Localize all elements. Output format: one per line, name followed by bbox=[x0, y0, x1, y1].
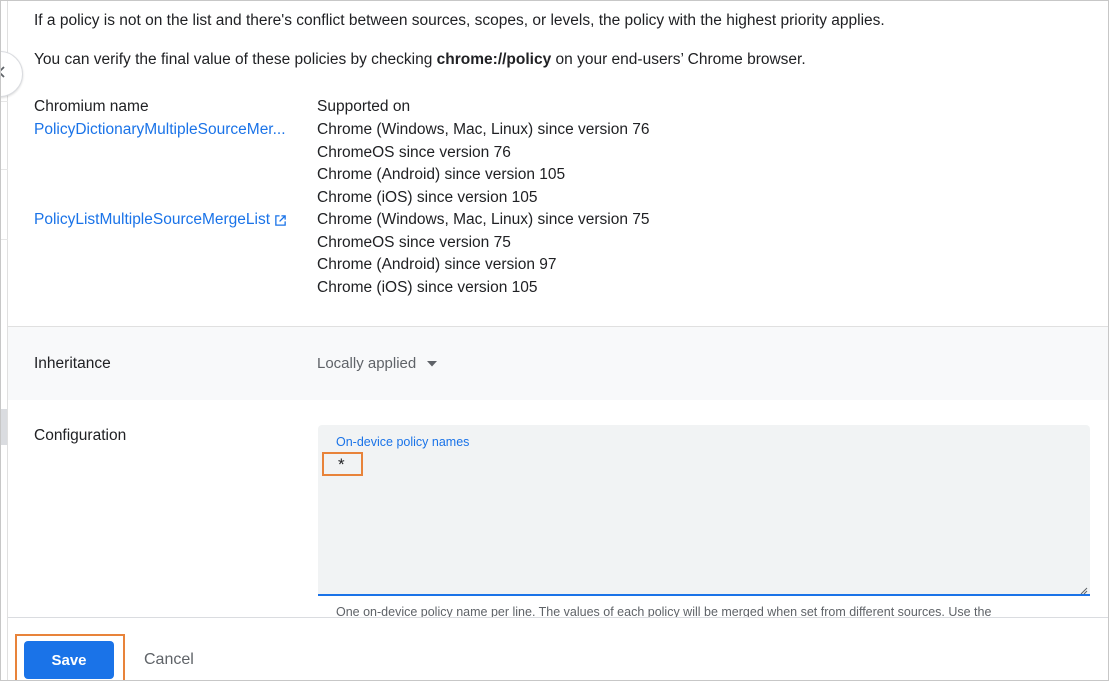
textarea-value-highlight: * bbox=[322, 452, 363, 476]
intro-line-2-prefix: You can verify the final value of these … bbox=[34, 51, 437, 68]
policy-link-list-merge[interactable]: PolicyListMultipleSourceMergeList bbox=[34, 211, 287, 229]
inheritance-row: Inheritance Locally applied bbox=[8, 326, 1108, 400]
resize-handle-icon[interactable] bbox=[1078, 582, 1088, 595]
list-item: ChromeOS since version 75 bbox=[317, 233, 511, 251]
list-item: Chrome (Android) since version 105 bbox=[317, 166, 566, 183]
policy-link-label: PolicyListMultipleSourceMergeList bbox=[34, 211, 271, 228]
cancel-button[interactable]: Cancel bbox=[130, 641, 208, 679]
caret-down-icon bbox=[426, 355, 438, 372]
intro-line-2-suffix: on your end-users’ Chrome browser. bbox=[551, 51, 806, 68]
left-gutter bbox=[1, 1, 8, 680]
list-item: ChromeOS since version 76 bbox=[317, 143, 511, 161]
column-header-chromium-name: Chromium name bbox=[34, 98, 149, 115]
save-button[interactable]: Save bbox=[24, 641, 114, 679]
action-footer: Save Cancel bbox=[8, 617, 1108, 680]
gutter-divider bbox=[1, 239, 8, 240]
inheritance-dropdown[interactable]: Locally applied bbox=[317, 355, 438, 372]
gutter-divider bbox=[1, 101, 8, 102]
intro-line-1: If a policy is not on the list and there… bbox=[34, 12, 885, 29]
external-link-icon bbox=[274, 214, 287, 227]
policy-link-label: PolicyDictionaryMultipleSourceMer... bbox=[34, 121, 286, 138]
supported-platforms-list: Chrome (Windows, Mac, Linux) since versi… bbox=[317, 119, 650, 299]
list-item: Chrome (Windows, Mac, Linux) since versi… bbox=[317, 211, 650, 228]
column-header-supported-on: Supported on bbox=[317, 98, 411, 115]
intro-line-2: You can verify the final value of these … bbox=[34, 51, 806, 69]
collapse-panel-button[interactable] bbox=[1, 51, 23, 97]
inheritance-value: Locally applied bbox=[317, 355, 417, 372]
gutter-divider bbox=[1, 169, 8, 170]
policy-settings-panel: If a policy is not on the list and there… bbox=[0, 0, 1109, 681]
list-item: Chrome (Android) since version 97 bbox=[317, 256, 557, 273]
textarea-floating-label: On-device policy names bbox=[336, 435, 470, 449]
chrome-policy-url: chrome://policy bbox=[436, 51, 552, 68]
policy-link-dictionary-merge[interactable]: PolicyDictionaryMultipleSourceMer... bbox=[34, 121, 286, 139]
inheritance-label: Inheritance bbox=[34, 355, 111, 372]
list-item: Chrome (iOS) since version 105 bbox=[317, 278, 538, 296]
list-item: Chrome (Windows, Mac, Linux) since versi… bbox=[317, 121, 650, 138]
gutter-scroll-marker bbox=[1, 409, 7, 445]
configuration-label: Configuration bbox=[34, 427, 127, 444]
list-item: Chrome (iOS) since version 105 bbox=[317, 188, 538, 206]
on-device-policy-names-textarea[interactable]: On-device policy names * bbox=[318, 425, 1090, 596]
chevron-left-icon bbox=[1, 65, 8, 83]
